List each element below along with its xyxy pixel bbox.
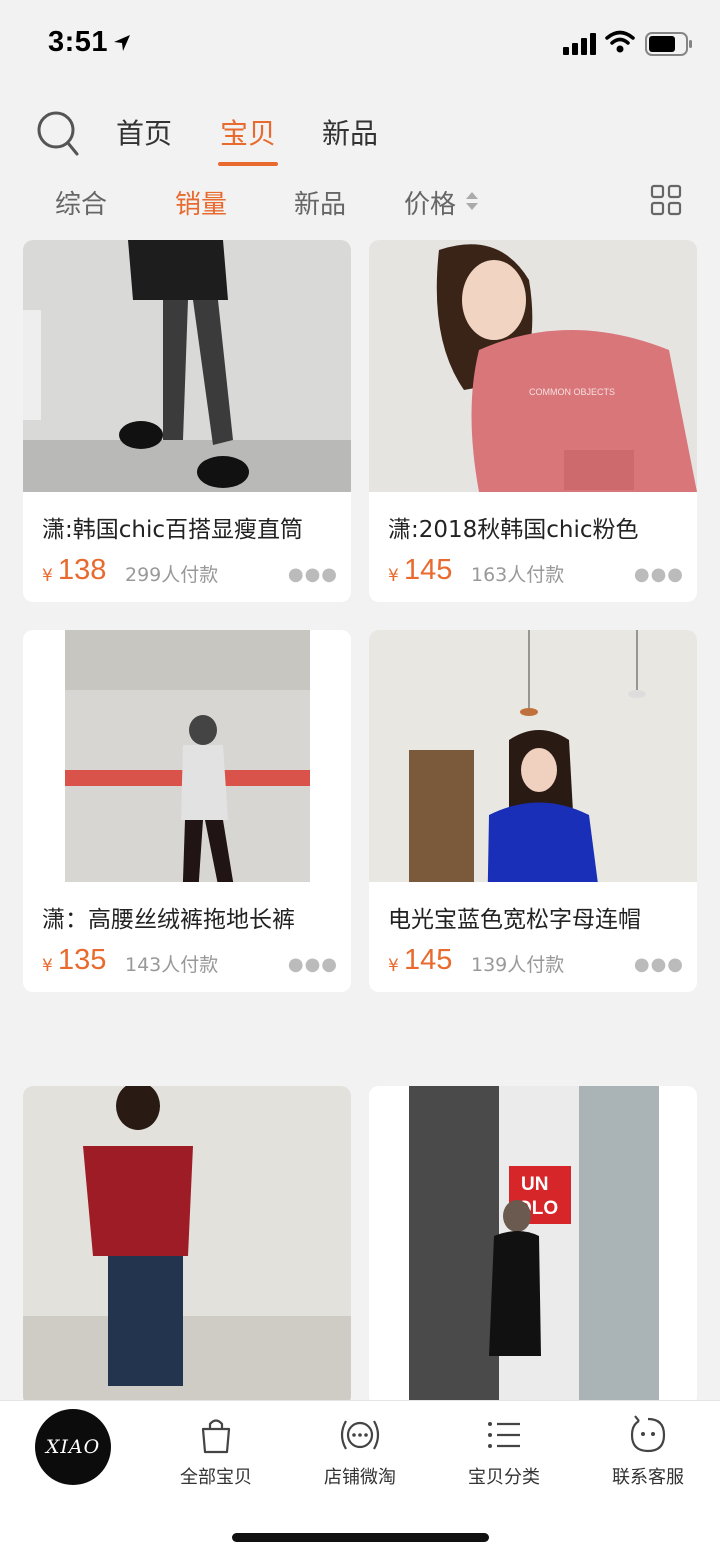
product-card[interactable]: UN QLO — [369, 1086, 697, 1406]
sales-count: 163人付款 — [471, 564, 565, 586]
wifi-icon — [605, 30, 635, 53]
broadcast-icon — [340, 1420, 380, 1450]
tab-home-label: 首页 — [116, 117, 173, 150]
tab-store-feed-label: 店铺微淘 — [324, 1467, 396, 1488]
price-row: ¥ 135 143人付款 ●●● — [42, 944, 342, 978]
currency-symbol: ¥ — [42, 566, 53, 586]
sort-bar: 综合 销量 新品 价格 — [0, 172, 720, 232]
tab-all-items[interactable]: 全部宝贝 — [156, 1409, 276, 1499]
status-time: 3:51 — [48, 26, 109, 58]
product-photo[interactable] — [369, 630, 697, 882]
top-nav: 首页 宝贝 新品 — [0, 100, 720, 170]
product-title: 潇:韩国chic百搭显瘦直筒 — [42, 517, 304, 543]
product-price: 135 — [58, 944, 107, 976]
tab-new[interactable]: 新品 — [322, 112, 378, 152]
sort-new[interactable]: 新品 — [294, 184, 346, 221]
sort-arrows-icon — [466, 192, 478, 210]
sales-count: 299人付款 — [125, 564, 219, 586]
more-options-icon[interactable]: ●●● — [288, 954, 338, 975]
sales-count: 139人付款 — [471, 954, 565, 976]
tab-categories-label: 宝贝分类 — [468, 1467, 540, 1488]
sort-sales[interactable]: 销量 — [175, 184, 227, 221]
price-row: ¥ 145 163人付款 ●●● — [388, 554, 688, 588]
product-title: 电光宝蓝色宽松字母连帽 — [388, 907, 641, 933]
product-photo[interactable] — [23, 240, 351, 492]
sort-comprehensive[interactable]: 综合 — [55, 184, 107, 221]
status-bar: 3:51 — [0, 0, 720, 90]
product-card[interactable]: COMMON OBJECTS 潇:2018秋韩国chic粉色 ¥ 145 163… — [369, 240, 697, 602]
product-photo[interactable] — [23, 630, 351, 882]
tab-new-label: 新品 — [322, 117, 379, 150]
chat-face-icon — [630, 1415, 666, 1453]
currency-symbol: ¥ — [42, 956, 53, 976]
location-arrow-icon — [114, 35, 130, 51]
tab-items[interactable]: 宝贝 — [218, 112, 279, 166]
more-options-icon[interactable]: ●●● — [634, 954, 684, 975]
product-card[interactable]: 潇:韩国chic百搭显瘦直筒 ¥ 138 299人付款 ●●● — [23, 240, 351, 602]
product-card[interactable]: 潇：高腰丝绒裤拖地长裤 ¥ 135 143人付款 ●●● — [23, 630, 351, 992]
currency-symbol: ¥ — [388, 956, 399, 976]
product-price: 138 — [58, 554, 107, 586]
product-photo[interactable]: COMMON OBJECTS — [369, 240, 697, 492]
product-card[interactable]: 电光宝蓝色宽松字母连帽 ¥ 145 139人付款 ●●● — [369, 630, 697, 992]
more-options-icon[interactable]: ●●● — [634, 564, 684, 585]
tab-categories[interactable]: 宝贝分类 — [444, 1409, 564, 1499]
tab-home[interactable]: 首页 — [116, 112, 172, 152]
product-photo[interactable] — [23, 1086, 351, 1406]
product-price: 145 — [404, 554, 453, 586]
product-photo[interactable]: UN QLO — [369, 1086, 697, 1406]
currency-symbol: ¥ — [388, 566, 399, 586]
more-options-icon[interactable]: ●●● — [288, 564, 338, 585]
tab-items-label: 宝贝 — [220, 117, 277, 150]
product-card[interactable] — [23, 1086, 351, 1406]
price-row: ¥ 145 139人付款 ●●● — [388, 944, 688, 978]
sort-price[interactable]: 价格 — [404, 184, 456, 221]
hoodie-print-text: COMMON OBJECTS — [529, 387, 615, 397]
cellular-signal-icon — [563, 33, 596, 55]
search-icon[interactable] — [36, 110, 80, 160]
battery-icon — [645, 32, 692, 56]
sales-count: 143人付款 — [125, 954, 219, 976]
product-price: 145 — [404, 944, 453, 976]
home-indicator — [232, 1533, 489, 1542]
price-row: ¥ 138 299人付款 ●●● — [42, 554, 342, 588]
active-tab-underline — [218, 162, 279, 166]
tab-contact-service[interactable]: 联系客服 — [588, 1409, 708, 1499]
tab-store-feed[interactable]: 店铺微淘 — [300, 1409, 420, 1499]
list-icon — [488, 1422, 520, 1448]
product-title: 潇：高腰丝绒裤拖地长裤 — [42, 907, 295, 933]
store-logo[interactable]: XIAO — [35, 1409, 111, 1485]
store-sign-text: UN — [521, 1174, 548, 1195]
product-title: 潇:2018秋韩国chic粉色 — [388, 517, 639, 543]
tab-all-items-label: 全部宝贝 — [180, 1467, 252, 1488]
shopping-bag-icon — [201, 1419, 231, 1454]
grid-view-icon[interactable] — [650, 184, 682, 216]
tab-contact-service-label: 联系客服 — [612, 1467, 684, 1488]
